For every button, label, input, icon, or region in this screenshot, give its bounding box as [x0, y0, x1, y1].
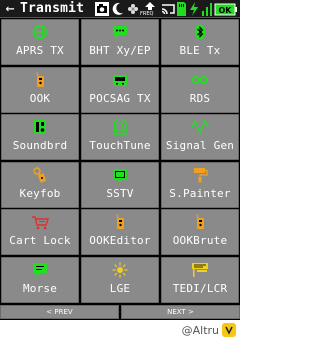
- app-tile-label: POCSAG TX: [89, 92, 151, 105]
- rds-icon: [162, 72, 238, 88]
- app-tile-tedi-lcr[interactable]: TEDI/LCR: [161, 257, 239, 303]
- remote-icon: [162, 214, 238, 230]
- app-tile-label: OOKBrute: [172, 234, 228, 247]
- pager-icon: [82, 72, 158, 88]
- cart-icon: [2, 214, 78, 230]
- app-tile-signal-gen[interactable]: Signal Gen: [161, 114, 239, 160]
- cast-icon[interactable]: [161, 1, 175, 17]
- app-tile-label: BHT Xy/EP: [89, 44, 151, 57]
- bluetooth-icon: [162, 24, 238, 40]
- sun-icon: [82, 262, 158, 278]
- app-tile-keyfob[interactable]: Keyfob: [1, 162, 79, 208]
- app-tile-label: LGE: [109, 282, 131, 295]
- remote-icon: [82, 214, 158, 230]
- prev-button[interactable]: < PREV: [0, 305, 119, 319]
- app-tile-label: Signal Gen: [165, 139, 235, 152]
- app-tile-label: Cart Lock: [9, 234, 71, 247]
- signal-icon: [201, 1, 213, 17]
- app-tile-label: Soundbrd: [12, 139, 68, 152]
- device-screen: ← Transmit FREQ OK APRS TX BHT Xy/EP BLE…: [0, 0, 240, 320]
- jukebox-icon: [82, 119, 158, 135]
- sd-card-icon[interactable]: [175, 1, 187, 17]
- app-tile-touchtune[interactable]: TouchTune: [81, 114, 159, 160]
- watermark-logo-icon: [222, 323, 236, 337]
- moon-icon[interactable]: [111, 1, 125, 17]
- app-tile-label: Morse: [22, 282, 58, 295]
- back-arrow-icon[interactable]: ←: [2, 0, 18, 18]
- app-tile-soundbrd[interactable]: Soundbrd: [1, 114, 79, 160]
- app-tile-rds[interactable]: RDS: [161, 67, 239, 113]
- app-tile-label: SSTV: [106, 187, 134, 200]
- remote-icon: [2, 72, 78, 88]
- app-tile-label: Keyfob: [19, 187, 61, 200]
- flag-icon: [162, 262, 238, 278]
- chat-icon: [82, 24, 158, 40]
- app-tile-label: APRS TX: [16, 44, 64, 57]
- app-tile-pocsag-tx[interactable]: POCSAG TX: [81, 67, 159, 113]
- freq-label: FREQ: [140, 11, 154, 17]
- app-tile-label: BLE Tx: [179, 44, 221, 57]
- status-bar: ← Transmit FREQ OK: [0, 0, 240, 18]
- app-tile-label: RDS: [189, 92, 211, 105]
- app-tile-s-painter[interactable]: S.Painter: [161, 162, 239, 208]
- app-tile-label: OOKEditor: [89, 234, 151, 247]
- speech-icon: [2, 262, 78, 278]
- app-tile-cart-lock[interactable]: Cart Lock: [1, 209, 79, 255]
- app-tile-label: S.Painter: [169, 187, 231, 200]
- soundboard-icon: [2, 119, 78, 135]
- app-tile-bht-xy-ep[interactable]: BHT Xy/EP: [81, 19, 159, 65]
- watermark: @Altru: [182, 321, 236, 339]
- tv-icon: [82, 167, 158, 183]
- camera-icon[interactable]: [94, 1, 110, 17]
- app-tile-label: OOK: [29, 92, 51, 105]
- svg-text:OK: OK: [219, 6, 233, 15]
- app-tile-lge[interactable]: LGE: [81, 257, 159, 303]
- app-tile-ble-tx[interactable]: BLE Tx: [161, 19, 239, 65]
- flower-icon[interactable]: [126, 1, 140, 17]
- app-tile-aprs-tx[interactable]: APRS TX: [1, 19, 79, 65]
- app-tile-ookbrute[interactable]: OOKBrute: [161, 209, 239, 255]
- app-tile-sstv[interactable]: SSTV: [81, 162, 159, 208]
- paint-roller-icon: [162, 167, 238, 183]
- page-title: Transmit: [20, 1, 85, 16]
- globe-icon: [2, 24, 78, 40]
- app-tile-ookeditor[interactable]: OOKEditor: [81, 209, 159, 255]
- watermark-text: @Altru: [181, 323, 219, 337]
- battery-icon: OK: [214, 1, 238, 17]
- app-tile-ook[interactable]: OOK: [1, 67, 79, 113]
- app-tile-label: TEDI/LCR: [172, 282, 228, 295]
- app-tile-morse[interactable]: Morse: [1, 257, 79, 303]
- waveform-icon: [162, 119, 238, 135]
- app-tile-label: TouchTune: [89, 139, 151, 152]
- charging-icon: [188, 1, 200, 17]
- keyfob-icon: [2, 167, 78, 183]
- next-button[interactable]: NEXT >: [121, 305, 240, 319]
